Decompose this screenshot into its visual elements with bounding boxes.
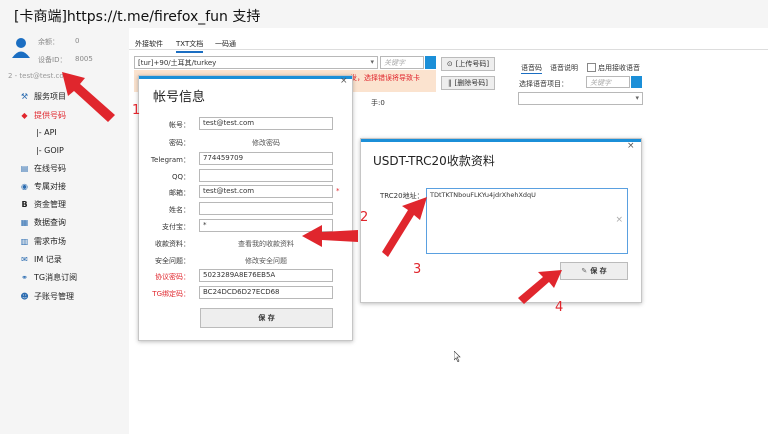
voice-select-label: 选择语音项目： xyxy=(519,80,568,88)
pause-icon: ‖ xyxy=(448,79,452,87)
sidebar-item-data-query[interactable]: ▦ 数据查询 xyxy=(20,217,66,228)
dock-icon: ◉ xyxy=(21,182,28,191)
voice-project-select[interactable]: ▾ xyxy=(518,92,643,105)
chevron-down-icon: ▾ xyxy=(370,58,374,66)
payment-info-label: 收款资料： xyxy=(155,240,190,248)
usdt-save-button[interactable]: ✎ 保 存 xyxy=(560,262,628,280)
annotation-number-3: 3 xyxy=(413,262,422,277)
chevron-down-icon: ▾ xyxy=(635,94,639,102)
search-button[interactable] xyxy=(425,56,436,69)
clear-icon[interactable]: × xyxy=(615,215,623,225)
close-icon[interactable]: × xyxy=(340,76,348,86)
keyword-input[interactable]: 关键字 xyxy=(380,56,424,69)
email-input[interactable]: test@test.com xyxy=(199,185,333,198)
hand-count: 手:0 xyxy=(371,99,385,107)
delete-number-button[interactable]: ‖ [删除号码] xyxy=(441,76,495,90)
telegram-label: Telegram： xyxy=(150,156,190,164)
tg-bind-code-label: TG绑定码： xyxy=(152,290,190,298)
annotation-number-4: 4 xyxy=(555,300,564,315)
avatar xyxy=(10,36,32,58)
qq-label: QQ： xyxy=(171,173,190,181)
annotation-number-2: 2 xyxy=(360,210,369,225)
sidebar-item-dock[interactable]: ◉ 专属对接 xyxy=(20,181,66,192)
password-label: 密码： xyxy=(169,139,190,147)
number-icon: ◆ xyxy=(21,111,28,120)
save-icon: ✎ xyxy=(581,267,588,275)
dialog-accent-bar xyxy=(139,76,352,79)
voice-checkbox-label: 启用接收语音 xyxy=(598,64,640,72)
market-icon: ▥ xyxy=(20,237,29,246)
tg-bind-code-input[interactable]: BC24DCD6D27ECD68 xyxy=(199,286,333,299)
email-label: 邮箱： xyxy=(169,189,190,197)
dialog-accent-bar xyxy=(361,139,641,142)
account-input[interactable]: test@test.com xyxy=(199,117,333,130)
voice-search-button[interactable] xyxy=(631,76,642,88)
telegram-input[interactable]: 774459709 xyxy=(199,152,333,165)
protocol-password-input[interactable]: 5023289A8E76EB5A xyxy=(199,269,333,282)
qq-input[interactable] xyxy=(199,169,333,182)
account-save-button[interactable]: 保 存 xyxy=(200,308,333,328)
sidebar-item-funds[interactable]: B 资金管理 xyxy=(20,199,66,210)
tab-txt-document[interactable]: TXT文档 xyxy=(176,39,204,53)
balance-label: 余额： xyxy=(38,38,59,46)
annotation-arrow-2 xyxy=(302,225,358,247)
account-dialog-title: 帐号信息 xyxy=(153,90,206,105)
voice-keyword-input[interactable]: 关键字 xyxy=(586,76,630,88)
name-label: 姓名： xyxy=(169,206,190,214)
upload-number-button[interactable]: ⊙ [上传号码] xyxy=(441,57,495,71)
name-input[interactable] xyxy=(199,202,333,215)
subscribe-icon: ⚭ xyxy=(21,273,28,282)
data-query-icon: ▦ xyxy=(20,218,29,227)
sidebar-item-im[interactable]: ✉ IM 记录 xyxy=(20,254,62,265)
balance-value: 0 xyxy=(75,37,80,45)
voice-checkbox[interactable] xyxy=(587,63,596,72)
sidebar-item-api[interactable]: |- API xyxy=(36,128,57,137)
sidebar-item-goip[interactable]: |- GOIP xyxy=(36,146,64,155)
funds-icon: B xyxy=(21,200,28,209)
annotation-arrow-3 xyxy=(382,197,427,257)
country-select[interactable]: [tur]+90/土耳其/turkey ▾ xyxy=(134,56,378,69)
im-icon: ✉ xyxy=(21,255,28,264)
tab-voice-desc[interactable]: 语音说明 xyxy=(550,63,578,73)
alipay-label: 支付宝： xyxy=(162,223,190,231)
change-password-link[interactable]: 修改密码 xyxy=(199,138,333,148)
upload-icon: ⊙ xyxy=(446,60,453,68)
online-number-icon: ▤ xyxy=(20,164,29,173)
tab-voice-code[interactable]: 语音码 xyxy=(521,63,542,74)
tab-external-software[interactable]: 外接软件 xyxy=(135,39,163,49)
annotation-number-1: 1 xyxy=(132,103,141,118)
service-icon: ⚒ xyxy=(20,92,29,101)
warning-text: 发，选择错误将导致卡 xyxy=(350,74,420,82)
sidebar-item-market[interactable]: ▥ 需求市场 xyxy=(20,236,66,247)
trc20-address-input[interactable]: TDtTKTNbouFLKYu4jdrXhehXdqU × xyxy=(426,188,628,254)
sidebar-item-subscribe[interactable]: ⚭ TG消息订阅 xyxy=(20,272,77,283)
account-label: 帐号： xyxy=(169,121,190,129)
sub-account-icon: ☻ xyxy=(20,292,29,301)
close-icon[interactable]: × xyxy=(627,141,635,151)
device-id-label: 设备ID： xyxy=(38,56,67,64)
annotation-arrow-1 xyxy=(62,72,115,122)
protocol-password-label: 协议密码： xyxy=(155,273,190,281)
change-security-question-link[interactable]: 修改安全问题 xyxy=(199,256,333,266)
sidebar-item-sub-account[interactable]: ☻ 子账号管理 xyxy=(20,291,74,302)
tab-divider xyxy=(129,49,768,50)
required-mark: * xyxy=(336,187,340,195)
usdt-dialog-title: USDT-TRC20收款资料 xyxy=(373,154,495,168)
mouse-cursor-icon xyxy=(453,350,462,364)
device-id-value: 8005 xyxy=(75,55,93,63)
sidebar-item-online-number[interactable]: ▤ 在线号码 xyxy=(20,163,66,174)
security-question-label: 安全问题： xyxy=(155,257,190,265)
tab-one-code[interactable]: 一码通 xyxy=(215,39,236,49)
window-title: [卡商端]https://t.me/firefox_fun 支持 xyxy=(14,9,261,25)
